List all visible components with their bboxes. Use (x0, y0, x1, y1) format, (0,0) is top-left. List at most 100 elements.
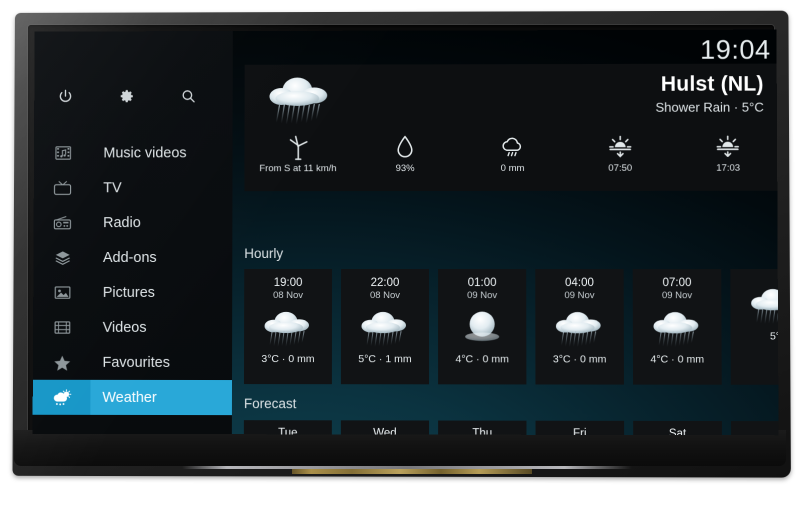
shower-rain-icon (357, 307, 413, 349)
forecast-card[interactable]: Tue08 Nov (244, 420, 332, 435)
sunrise-icon (607, 130, 633, 160)
current-detail-row: From S at 11 km/h 93% 0 mm 07:50 17:03 (244, 130, 778, 189)
hourly-card[interactable]: 22:00 08 Nov 5°C · 1 mm (341, 269, 429, 384)
hourly-date: 08 Nov (273, 290, 303, 301)
hourly-temp: 4°C · 0 mm (455, 353, 508, 365)
chassis-bottom (14, 430, 786, 466)
sidebar-item-label-wrap: Pictures (91, 284, 232, 300)
hourly-time: 01:00 (468, 277, 497, 289)
hourly-card[interactable]: 07:00 09 Nov 4°C · 0 mm (633, 269, 722, 385)
sidebar-item-radio[interactable]: Radio (34, 205, 233, 240)
hourly-date: 08 Nov (370, 290, 400, 301)
wind-turbine-icon (286, 130, 310, 160)
search-icon[interactable] (157, 87, 219, 104)
monitor-device: 19:04 Music videos TV Radio Add-ons Pict… (12, 11, 788, 476)
sidebar-item-tv[interactable]: TV (34, 170, 233, 205)
hourly-card[interactable]: 01:00 09 Nov 4°C · 0 mm (438, 269, 526, 384)
forecast-day: Sat (669, 428, 686, 435)
hourly-card[interactable]: 04:00 09 Nov 3°C · 0 mm (535, 269, 624, 385)
hourly-temp: 5° (770, 330, 779, 342)
sunset-icon (715, 130, 741, 160)
sidebar-item-add-ons[interactable]: Add-ons (33, 240, 232, 275)
screen: 19:04 Music videos TV Radio Add-ons Pict… (33, 30, 779, 436)
forecast-day: Wed (373, 427, 397, 435)
hourly-time: 07:00 (662, 277, 691, 289)
clear-night-icon (454, 307, 510, 349)
sidebar-item-music-videos[interactable]: Music videos (34, 135, 233, 170)
forecast-card[interactable] (731, 421, 779, 435)
shower-rain-icon (260, 307, 316, 349)
shower-rain-icon (264, 71, 336, 129)
hourly-date: 09 Nov (467, 290, 497, 301)
forecast-day: Tue (278, 427, 297, 435)
sidebar-item-label-wrap: Music videos (91, 145, 232, 161)
current-condition: Shower Rain · 5°C (655, 100, 763, 115)
current-conditions-panel[interactable]: Hulst (NL) Shower Rain · 5°C From S at 1… (244, 64, 778, 192)
hourly-temp: 5°C · 1 mm (358, 353, 411, 365)
precipitation-cloud-icon (499, 130, 525, 160)
forecast-strip[interactable]: Tue08 Nov Wed09 Nov Thu10 Nov Fri11 Nov Sat1… (244, 420, 779, 435)
sidebar-item-label-wrap: Weather (90, 380, 232, 415)
gear-icon[interactable] (96, 87, 158, 104)
current-detail: From S at 11 km/h (244, 130, 351, 188)
sidebar: Music videos TV Radio Add-ons Pictures Videos… (33, 31, 233, 435)
sidebar-quick-icons (34, 75, 233, 117)
sidebar-item-videos[interactable]: Videos (33, 310, 232, 345)
current-detail: 07:50 (566, 130, 674, 188)
star-icon (33, 345, 91, 380)
forecast-card[interactable]: Sat12 Nov (633, 421, 722, 435)
current-detail-value: 93% (396, 164, 415, 175)
hourly-time: 04:00 (565, 277, 594, 289)
forecast-day: Thu (472, 428, 492, 436)
videos-icon (33, 310, 91, 345)
current-detail: 0 mm (459, 130, 567, 188)
sidebar-item-label-wrap: Radio (91, 215, 232, 231)
forecast-card[interactable]: Wed09 Nov (341, 420, 429, 435)
hourly-time: 22:00 (371, 277, 400, 289)
weather-icon (33, 380, 91, 415)
shower-rain-icon (649, 307, 706, 349)
sidebar-item-label-wrap: Videos (91, 319, 232, 335)
pictures-icon (33, 275, 91, 310)
hourly-date: 09 Nov (662, 290, 692, 301)
current-detail: 93% (351, 130, 458, 188)
hourly-temp: 3°C · 0 mm (261, 353, 314, 365)
forecast-card[interactable]: Thu10 Nov (438, 421, 526, 436)
kodi-home-screen: 19:04 Music videos TV Radio Add-ons Pict… (33, 30, 779, 436)
hourly-card[interactable]: 5° (730, 269, 778, 385)
hourly-time: 19:00 (274, 277, 303, 289)
current-detail-value: 0 mm (501, 164, 525, 175)
tv-icon (34, 170, 92, 205)
sidebar-item-weather[interactable]: Weather (33, 380, 232, 415)
sidebar-item-label-wrap: TV (91, 180, 232, 196)
hourly-card[interactable]: 19:00 08 Nov 3°C · 0 mm (244, 269, 332, 384)
sidebar-item-label: Add-ons (103, 250, 157, 266)
humidity-drop-icon (395, 130, 415, 160)
forecast-card[interactable]: Fri11 Nov (536, 421, 625, 436)
sidebar-item-label: TV (103, 180, 121, 196)
shower-rain-icon (551, 307, 607, 349)
hourly-date: 09 Nov (564, 290, 594, 301)
music-videos-icon (34, 136, 92, 171)
sidebar-item-label: Favourites (102, 354, 169, 370)
sidebar-item-label: Music videos (103, 145, 186, 161)
ribbon-cable (292, 469, 532, 474)
sidebar-item-label: Pictures (103, 284, 155, 300)
sidebar-item-label-wrap: Add-ons (91, 250, 232, 266)
forecast-day: Fri (573, 428, 587, 435)
hourly-strip[interactable]: 19:00 08 Nov 3°C · 0 mm 22:00 08 Nov 5°C · 1 … (244, 269, 779, 385)
current-detail-value: 17:03 (716, 164, 740, 175)
hourly-section-title: Hourly (244, 246, 283, 261)
addons-icon (33, 240, 91, 275)
current-location: Hulst (NL) (661, 73, 764, 97)
hourly-temp: 4°C · 0 mm (650, 353, 704, 365)
main-content: Hulst (NL) Shower Rain · 5°C From S at 1… (238, 30, 779, 436)
sidebar-item-label: Radio (103, 215, 141, 231)
sidebar-item-pictures[interactable]: Pictures (33, 275, 232, 310)
sidebar-menu: Music videos TV Radio Add-ons Pictures Videos… (33, 135, 233, 415)
sidebar-item-favourites[interactable]: Favourites (33, 345, 232, 380)
power-icon[interactable] (34, 87, 95, 104)
radio-icon (34, 205, 92, 240)
forecast-section-title: Forecast (244, 396, 297, 411)
hourly-temp: 3°C · 0 mm (553, 353, 607, 365)
